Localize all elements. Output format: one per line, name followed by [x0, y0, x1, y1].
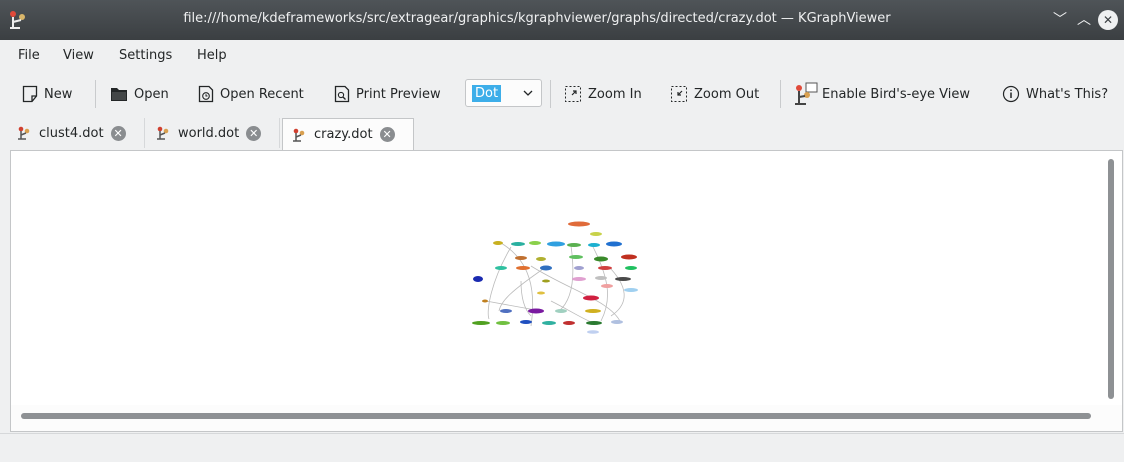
whats-this-label: What's This?	[1026, 86, 1109, 102]
minimize-button[interactable]: ﹀	[1050, 10, 1070, 30]
layout-algorithm-value: Dot	[472, 85, 502, 102]
print-preview-icon	[334, 85, 350, 103]
tab-crazy[interactable]: crazy.dot ✕	[282, 118, 414, 150]
dot-file-icon	[157, 126, 169, 140]
maximize-button[interactable]: ︿	[1074, 10, 1094, 30]
zoom-out-button[interactable]: Zoom Out	[670, 82, 759, 106]
tab-label: clust4.dot	[39, 125, 104, 141]
birds-eye-view-icon	[795, 82, 818, 105]
chevron-down-icon	[523, 90, 533, 96]
vertical-scrollbar[interactable]	[1108, 159, 1114, 399]
close-tab-icon[interactable]: ✕	[379, 127, 395, 142]
status-bar	[0, 433, 1124, 462]
zoom-in-label: Zoom In	[588, 86, 642, 102]
document-tab-bar: clust4.dot ✕ world.dot ✕ crazy.dot ✕	[0, 116, 1124, 150]
new-document-icon	[22, 85, 38, 103]
new-button[interactable]: New	[22, 82, 72, 106]
close-window-button[interactable]: ✕	[1098, 10, 1118, 30]
menu-view[interactable]: View	[63, 48, 94, 63]
birds-eye-view-label: Enable Bird's-eye View	[822, 86, 971, 102]
menu-file[interactable]: File	[18, 48, 40, 63]
menu-bar: File View Settings Help	[0, 40, 1124, 72]
open-recent-label: Open Recent	[220, 86, 304, 102]
open-recent-icon	[198, 85, 214, 103]
birds-eye-view-button[interactable]: Enable Bird's-eye View	[793, 82, 970, 106]
tab-world[interactable]: world.dot ✕	[147, 118, 280, 148]
dot-file-icon	[18, 126, 30, 140]
menu-settings[interactable]: Settings	[119, 48, 172, 63]
new-label: New	[44, 86, 73, 102]
print-preview-button[interactable]: Print Preview	[334, 82, 441, 106]
layout-algorithm-select[interactable]: Dot	[465, 79, 542, 107]
close-tab-icon[interactable]: ✕	[110, 125, 126, 141]
tab-clust4[interactable]: clust4.dot ✕	[8, 118, 145, 148]
zoom-in-button[interactable]: Zoom In	[564, 82, 642, 106]
close-tab-icon[interactable]: ✕	[246, 125, 262, 141]
print-preview-label: Print Preview	[356, 86, 441, 102]
zoom-in-icon	[565, 86, 581, 102]
whats-this-button[interactable]: What's This?	[1002, 82, 1108, 106]
graph-canvas[interactable]	[10, 150, 1123, 432]
horizontal-scrollbar[interactable]	[21, 413, 1091, 419]
folder-icon	[111, 88, 127, 101]
title-bar: file:///home/kdeframeworks/src/extragear…	[0, 0, 1124, 40]
dot-file-icon	[293, 128, 305, 142]
graph-rendering	[472, 221, 638, 334]
horizontal-scrollbar-track	[11, 405, 1122, 431]
toolbar-separator	[95, 80, 96, 108]
tab-label: crazy.dot	[314, 127, 373, 142]
window-title: file:///home/kdeframeworks/src/extragear…	[183, 11, 891, 26]
tab-label: world.dot	[178, 125, 240, 141]
info-icon	[1002, 85, 1020, 103]
open-button[interactable]: Open	[110, 82, 169, 106]
open-recent-button[interactable]: Open Recent	[198, 82, 304, 106]
zoom-out-label: Zoom Out	[694, 86, 760, 102]
open-label: Open	[134, 86, 169, 102]
menu-help[interactable]: Help	[197, 48, 227, 63]
zoom-out-icon	[671, 86, 687, 102]
